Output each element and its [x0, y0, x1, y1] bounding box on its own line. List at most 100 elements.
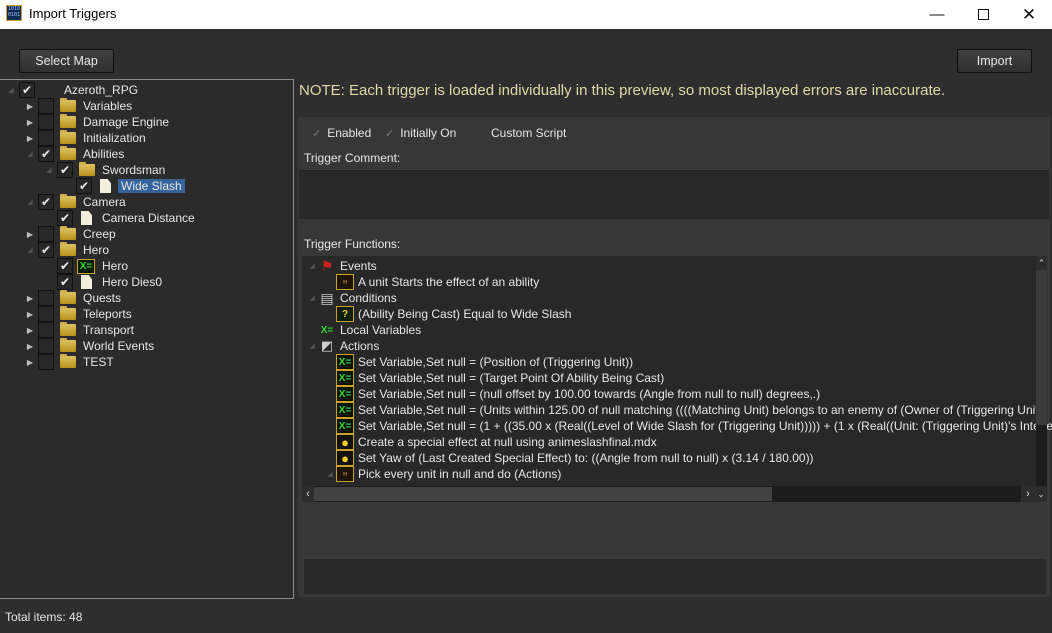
collapse-arrow-icon[interactable]: ◢: [25, 246, 35, 254]
tree-item[interactable]: ◢ ✔ Abilities: [25, 146, 127, 162]
tree-item[interactable]: ▶ Teleports: [25, 306, 135, 322]
function-item[interactable]: ◢ ◩ Actions: [306, 338, 379, 354]
tree-item[interactable]: ◢ ✔ Swordsman: [44, 162, 168, 178]
tree-item-checkbox[interactable]: ✔: [57, 274, 73, 290]
tree-item-checkbox[interactable]: [38, 226, 54, 242]
expand-arrow-icon[interactable]: ▶: [25, 326, 35, 335]
scroll-up-button[interactable]: ⌃: [1036, 256, 1047, 270]
tree-item-checkbox[interactable]: [38, 114, 54, 130]
expand-arrow-icon[interactable]: ▶: [25, 134, 35, 143]
function-item[interactable]: ◢ ♅ Pick every unit in null and do (Action…: [324, 466, 561, 482]
collapse-arrow-icon[interactable]: ◢: [306, 262, 318, 270]
vertical-scrollbar[interactable]: ⌃: [1036, 256, 1047, 486]
tree-item-checkbox[interactable]: [38, 354, 54, 370]
function-item[interactable]: X= Set Variable,Set null = (Position of (…: [336, 354, 633, 370]
folder-icon: [60, 226, 76, 240]
custom-script-option[interactable]: Custom Script: [491, 126, 566, 140]
function-item[interactable]: X= Set Variable,Set null = (Units within …: [336, 402, 1039, 418]
function-item[interactable]: X= Local Variables: [306, 322, 421, 338]
collapse-arrow-icon[interactable]: ◢: [324, 470, 336, 478]
tree-item[interactable]: ▶ Initialization: [25, 130, 149, 146]
tree-item[interactable]: ▶ Damage Engine: [25, 114, 172, 130]
collapse-arrow-icon[interactable]: ◢: [306, 294, 318, 302]
trigger-comment-field[interactable]: [299, 170, 1049, 219]
function-item[interactable]: ◢ ⚑ Events: [306, 258, 376, 274]
scroll-right-button[interactable]: ›: [1021, 486, 1035, 502]
vertical-scroll-thumb[interactable]: [1036, 270, 1047, 425]
tree-item-checkbox[interactable]: ✔: [57, 210, 73, 226]
tree-item-checkbox[interactable]: [38, 130, 54, 146]
tree-item-checkbox[interactable]: ✔: [76, 178, 92, 194]
function-item-text: Set Variable,Set null = (1 + ((35.00 x (…: [358, 419, 1052, 433]
maximize-button[interactable]: [960, 0, 1006, 29]
expand-arrow-icon[interactable]: ▶: [25, 358, 35, 367]
expand-arrow-icon[interactable]: ▶: [25, 294, 35, 303]
function-item[interactable]: ◢ ▤ Conditions: [306, 290, 396, 306]
folder-icon: [60, 242, 76, 256]
tree-item-checkbox[interactable]: [38, 306, 54, 322]
tree-item-checkbox[interactable]: [38, 338, 54, 354]
scroll-down-button[interactable]: ⌄: [1035, 486, 1047, 502]
tree-item-label: World Events: [83, 339, 155, 353]
tree-item[interactable]: ✔ Camera Distance: [44, 210, 198, 226]
question-icon: ?: [336, 306, 354, 322]
function-item[interactable]: ● Create a special effect at null using a…: [336, 434, 657, 450]
binary-icon: 1010 0101: [6, 5, 22, 21]
tree-item-checkbox[interactable]: ✔: [38, 194, 54, 210]
tree-item[interactable]: ◢ ✔ Hero: [25, 242, 112, 258]
function-item[interactable]: X= Set Variable,Set null = (1 + ((35.00 x…: [336, 418, 1052, 434]
initially-on-option[interactable]: ✓ Initially On: [385, 126, 456, 140]
tree-item[interactable]: ▶ Variables: [25, 98, 135, 114]
expand-arrow-icon[interactable]: ▶: [25, 310, 35, 319]
close-button[interactable]: ✕: [1006, 0, 1052, 29]
tree-item-checkbox[interactable]: [38, 98, 54, 114]
select-map-button[interactable]: Select Map: [19, 49, 114, 73]
tree-item-checkbox[interactable]: ✔: [57, 258, 73, 274]
horizontal-scroll-thumb[interactable]: [314, 487, 772, 501]
enabled-option[interactable]: ✓ Enabled: [312, 126, 371, 140]
tree-item[interactable]: ▶ TEST: [25, 354, 117, 370]
tree-item[interactable]: ◢ ✔ Azeroth_RPG: [6, 82, 141, 98]
expand-arrow-icon[interactable]: ▶: [25, 102, 35, 111]
tree-item-label: Abilities: [83, 147, 125, 161]
tree-item-checkbox[interactable]: ✔: [38, 146, 54, 162]
preview-note: NOTE: Each trigger is loaded individuall…: [299, 82, 946, 99]
unit-icon: ♅: [336, 274, 354, 290]
function-item[interactable]: ? (Ability Being Cast) Equal to Wide Slas…: [336, 306, 571, 322]
tree-item-checkbox[interactable]: ✔: [38, 242, 54, 258]
tree-item-checkbox[interactable]: [38, 290, 54, 306]
tree-item-checkbox[interactable]: [38, 322, 54, 338]
function-item[interactable]: ♅ A unit Starts the effect of an ability: [336, 274, 539, 290]
collapse-arrow-icon[interactable]: ◢: [25, 198, 35, 206]
function-item[interactable]: X= Set Variable,Set null = (null offset b…: [336, 386, 820, 402]
tree-item-label: Initialization: [83, 131, 146, 145]
minimize-button[interactable]: —: [914, 0, 960, 29]
function-item-text: Actions: [340, 339, 380, 353]
collapse-arrow-icon[interactable]: ◢: [6, 86, 16, 94]
tree-item[interactable]: ▶ Transport: [25, 322, 137, 338]
collapse-arrow-icon[interactable]: ◢: [25, 150, 35, 158]
tree-item[interactable]: ▶ World Events: [25, 338, 157, 354]
tree-item[interactable]: ✔ Wide Slash: [63, 178, 185, 194]
tree-item[interactable]: ✔ X= Hero: [44, 258, 131, 274]
collapse-arrow-icon[interactable]: ◢: [306, 342, 318, 350]
tree-item[interactable]: ✔ Hero Dies0: [44, 274, 165, 290]
horizontal-scrollbar[interactable]: ‹ › ⌄: [302, 486, 1047, 502]
function-item[interactable]: X= Set Variable,Set null = (Target Point …: [336, 370, 664, 386]
expand-arrow-icon[interactable]: ▶: [25, 118, 35, 127]
tree-item-checkbox[interactable]: ✔: [57, 162, 73, 178]
collapse-arrow-icon[interactable]: ◢: [44, 166, 54, 174]
tree-item[interactable]: ▶ Quests: [25, 290, 124, 306]
actions-icon: ◩: [320, 338, 334, 353]
trigger-tree[interactable]: ◢ ✔ Azeroth_RPG ▶ Variables ▶ Damage Engine ▶ In…: [0, 79, 294, 599]
function-item[interactable]: ● Set Yaw of (Last Created Special Effect…: [336, 450, 814, 466]
tree-item-checkbox[interactable]: ✔: [19, 82, 35, 98]
expand-arrow-icon[interactable]: ▶: [25, 230, 35, 239]
import-button[interactable]: Import: [957, 49, 1032, 73]
scroll-left-button[interactable]: ‹: [302, 486, 314, 502]
tree-item[interactable]: ◢ ✔ Camera: [25, 194, 129, 210]
expand-arrow-icon[interactable]: ▶: [25, 342, 35, 351]
variable-icon: X=: [336, 386, 354, 402]
trigger-functions-tree[interactable]: ◢ ⚑ Events ♅ A unit Starts the effect of an …: [302, 256, 1052, 501]
tree-item[interactable]: ▶ Creep: [25, 226, 119, 242]
